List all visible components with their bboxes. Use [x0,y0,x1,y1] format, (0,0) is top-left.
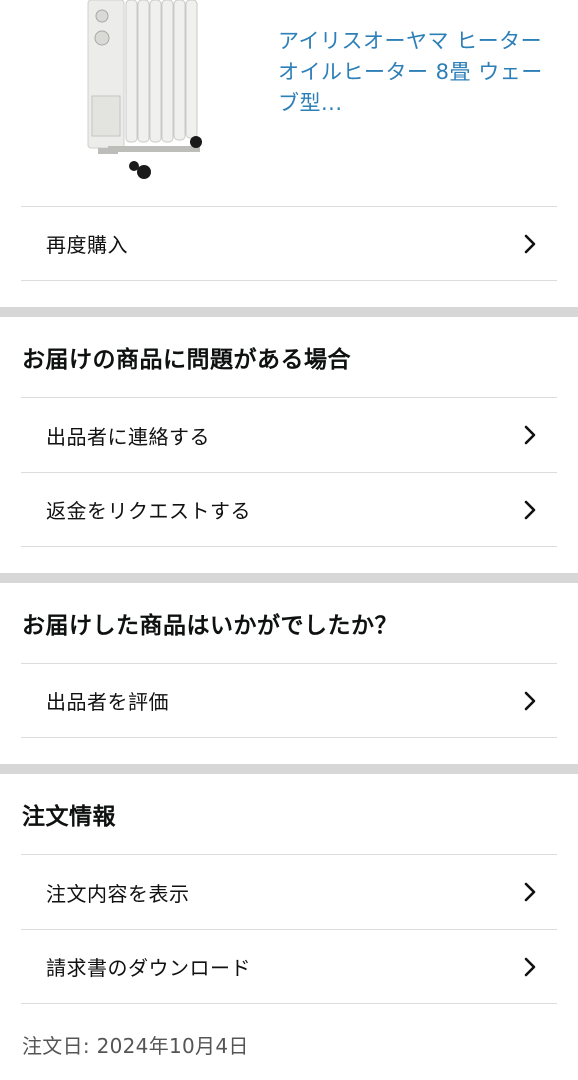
section-divider [0,307,578,317]
buy-again-row[interactable]: 再度購入 [21,206,557,281]
request-refund-row[interactable]: 返金をリクエストする [21,472,557,547]
order-info-title: 注文情報 [22,804,116,830]
section-divider [0,764,578,774]
buy-again-label: 再度購入 [46,233,128,257]
feedback-section-title: お届けした商品はいかがでしたか？ [22,613,398,639]
view-order-details-row[interactable]: 注文内容を表示 [21,854,557,929]
chevron-right-icon [524,957,536,976]
problem-section-title: お届けの商品に問題がある場合 [22,347,351,373]
section-divider [0,573,578,583]
download-invoice-label: 請求書のダウンロード [46,956,251,980]
chevron-right-icon [524,500,536,519]
request-refund-label: 返金をリクエストする [46,499,251,523]
order-date: 注文日: 2024年10月4日 [22,1033,249,1058]
chevron-right-icon [524,234,536,253]
contact-seller-label: 出品者に連絡する [46,424,210,449]
chevron-right-icon [524,425,536,445]
chevron-right-icon [524,691,536,710]
contact-seller-row[interactable]: 出品者に連絡する [21,397,557,472]
chevron-right-icon [524,882,536,902]
rate-seller-row[interactable]: 出品者を評価 [21,663,557,738]
rate-seller-label: 出品者を評価 [46,690,169,714]
download-invoice-row[interactable]: 請求書のダウンロード [21,929,557,1004]
oil-heater-image[interactable] [78,0,218,184]
view-order-details-label: 注文内容を表示 [46,881,190,906]
product-summary[interactable]: アイリスオーヤマ ヒーター オイルヒーター 8畳 ウェーブ型... [0,0,578,206]
product-title[interactable]: アイリスオーヤマ ヒーター オイルヒーター 8畳 ウェーブ型... [278,26,553,119]
